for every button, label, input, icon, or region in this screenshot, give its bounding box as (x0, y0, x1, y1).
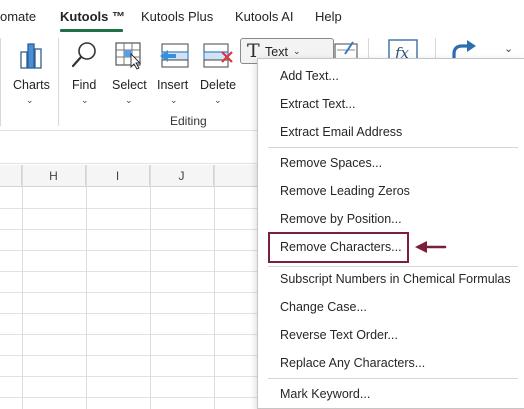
menu-item-replace-any-characters[interactable]: Replace Any Characters... (280, 356, 425, 370)
find-label: Find (72, 78, 97, 92)
chevron-down-icon: ⌄ (170, 95, 178, 105)
column-header-j[interactable]: J (150, 165, 214, 187)
delete-button[interactable]: Delete ⌄ (198, 38, 238, 108)
chevron-down-icon: ⌄ (214, 95, 222, 105)
magnifier-icon (71, 42, 96, 68)
menu-item-add-text[interactable]: Add Text... (280, 69, 339, 83)
delete-cells-icon (203, 43, 233, 68)
menu-item-extract-text[interactable]: Extract Text... (280, 97, 356, 111)
column-header-h[interactable]: H (22, 165, 86, 187)
highlight-box (268, 232, 409, 263)
select-button[interactable]: Select ⌄ (110, 38, 148, 108)
menu-bar: omate Kutools ™ Kutools Plus Kutools AI … (0, 0, 524, 34)
insert-label: Insert (157, 78, 189, 92)
column-header-i[interactable]: I (86, 165, 150, 187)
delete-label: Delete (200, 78, 237, 92)
chevron-down-icon[interactable]: ⌄ (504, 42, 513, 55)
column-header[interactable] (0, 165, 22, 187)
column-header[interactable] (214, 165, 258, 187)
chevron-down-icon: ⌄ (81, 95, 89, 105)
format-icon[interactable] (331, 40, 361, 60)
grid-line (22, 165, 23, 409)
chevron-down-icon: ⌄ (26, 95, 34, 105)
tab-kutools-plus[interactable]: Kutools Plus (141, 9, 213, 24)
charts-label: Charts (13, 78, 50, 92)
menu-item-reverse-text-order[interactable]: Reverse Text Order... (280, 328, 398, 342)
text-button-label: Text (265, 45, 288, 59)
select-cells-icon (115, 42, 142, 70)
menu-item-remove-by-position[interactable]: Remove by Position... (280, 212, 402, 226)
chevron-down-icon: ⌄ (293, 46, 301, 56)
menu-item-extract-email[interactable]: Extract Email Address (280, 125, 402, 139)
grid-line (150, 165, 151, 409)
tab-kutools-ai[interactable]: Kutools AI (235, 9, 294, 24)
menu-item-subscript-numbers[interactable]: Subscript Numbers in Chemical Formulas (280, 272, 511, 286)
group-divider (0, 38, 1, 126)
insert-rows-icon (160, 43, 189, 68)
grid-line (86, 165, 87, 409)
charts-button[interactable]: Charts ⌄ (8, 38, 52, 108)
menu-separator (268, 147, 518, 148)
tab-help[interactable]: Help (315, 9, 342, 24)
active-tab-indicator (60, 29, 123, 32)
group-divider (58, 38, 59, 126)
tab-automate[interactable]: omate (0, 9, 36, 24)
text-menu: Add Text... Extract Text... Extract Emai… (257, 58, 524, 409)
tab-kutools[interactable]: Kutools ™ (60, 9, 125, 24)
menu-item-change-case[interactable]: Change Case... (280, 300, 367, 314)
editing-group-label: Editing (170, 114, 207, 128)
chevron-down-icon: ⌄ (125, 95, 133, 105)
menu-separator (268, 266, 518, 267)
grid-line (214, 165, 215, 409)
find-button[interactable]: Find ⌄ (66, 38, 104, 108)
menu-item-remove-spaces[interactable]: Remove Spaces... (280, 156, 382, 170)
menu-separator (268, 378, 518, 379)
menu-item-mark-keyword[interactable]: Mark Keyword... (280, 387, 370, 401)
bar-chart-icon (20, 43, 42, 69)
select-label: Select (112, 78, 147, 92)
menu-item-remove-leading-zeros[interactable]: Remove Leading Zeros (280, 184, 410, 198)
arrow-left-icon (415, 241, 447, 253)
insert-button[interactable]: Insert ⌄ (154, 38, 194, 108)
